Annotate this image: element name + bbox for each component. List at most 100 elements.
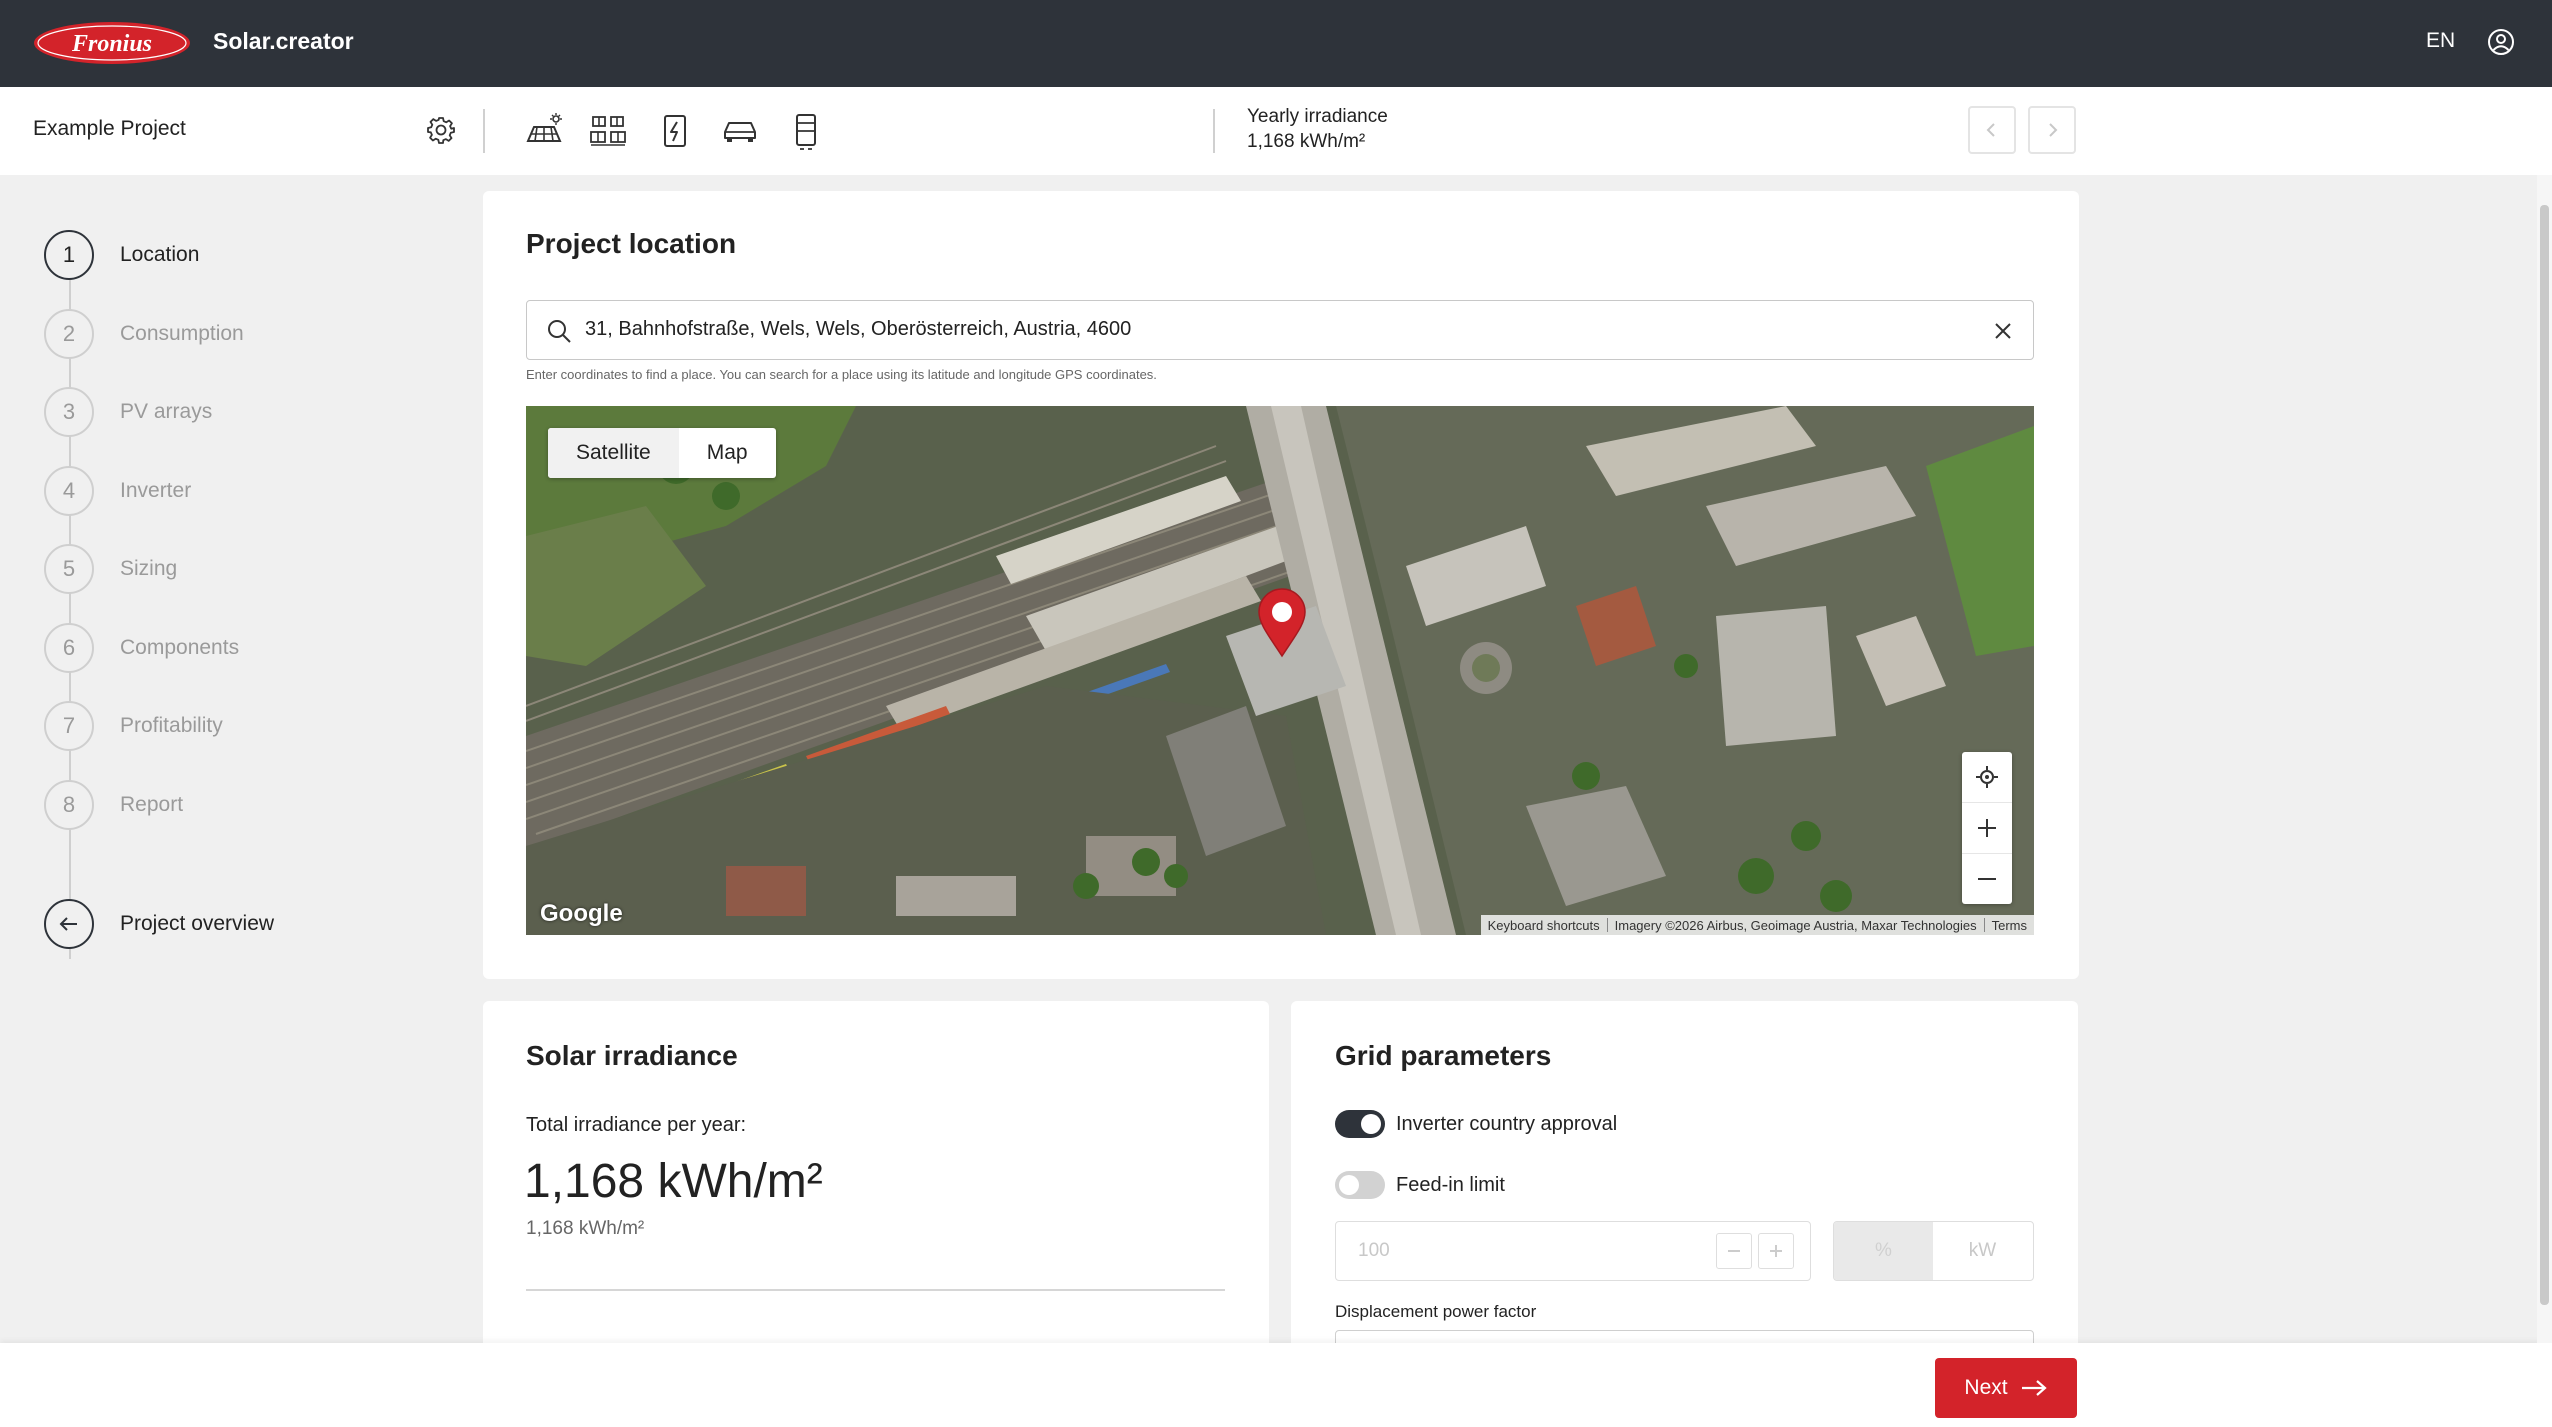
step-number: 4 [44, 466, 94, 516]
unit-percent-option[interactable]: % [1834, 1222, 1933, 1280]
divider [526, 1289, 1225, 1291]
feed-in-limit-value: 100 [1358, 1240, 1390, 1261]
page-scrollbar[interactable] [2537, 175, 2552, 1343]
decrement-button[interactable] [1716, 1233, 1752, 1269]
inverter-country-approval-toggle[interactable] [1335, 1110, 1385, 1138]
pv-roof-icon[interactable] [524, 111, 564, 151]
step-number: 5 [44, 544, 94, 594]
step-report[interactable]: 8 Report [44, 780, 444, 834]
arrow-right-icon [2021, 1380, 2047, 1396]
next-button[interactable]: Next [1935, 1358, 2077, 1418]
step-label: Location [120, 243, 200, 266]
step-label: Report [120, 793, 184, 816]
terms-link[interactable]: Terms [1985, 918, 2034, 933]
language-selector[interactable]: EN [2426, 29, 2455, 53]
next-label: Next [1964, 1376, 2008, 1399]
close-icon[interactable] [1991, 319, 2015, 343]
inverter-country-approval-label: Inverter country approval [1396, 1113, 1618, 1135]
step-label: Components [120, 636, 240, 659]
crosshair-icon [1976, 766, 1998, 788]
plus-icon [1770, 1245, 1782, 1257]
step-number: 1 [44, 230, 94, 280]
step-label: Consumption [120, 322, 244, 345]
step-number: 2 [44, 309, 94, 359]
search-icon [548, 320, 571, 343]
step-label: Sizing [120, 557, 178, 580]
inverter-icon[interactable] [655, 111, 695, 151]
project-bar: Example Project Yearly irradiance 1,168 … [0, 87, 2552, 175]
map-attribution: Keyboard shortcuts Imagery ©2026 Airbus,… [1480, 915, 2034, 935]
total-irradiance-label: Total irradiance per year: [526, 1114, 747, 1136]
settings-gear-icon[interactable] [426, 115, 456, 145]
irradiance-divider [1213, 109, 1215, 153]
minus-icon [1728, 1250, 1740, 1252]
pv-array-icon[interactable] [588, 111, 628, 151]
zoom-in-button[interactable] [1962, 803, 2012, 854]
grid-parameters-title: Grid parameters [1335, 1040, 1552, 1071]
yearly-irradiance-value: 1,168 kWh/m² [1247, 131, 1366, 152]
step-label: Profitability [120, 714, 223, 737]
top-bar: Fronius Solar.creator EN [0, 0, 2552, 87]
feed-in-limit-input[interactable]: 100 [1335, 1221, 1811, 1281]
step-connector-line [69, 279, 71, 959]
fronius-logo[interactable]: Fronius [33, 21, 191, 65]
step-components[interactable]: 6 Components [44, 623, 444, 677]
total-irradiance-subvalue: 1,168 kWh/m² [526, 1218, 645, 1239]
step-pv-arrays[interactable]: 3 PV arrays [44, 387, 444, 441]
unit-selector: % kW [1833, 1221, 2034, 1281]
feed-in-limit-label: Feed-in limit [1396, 1174, 1505, 1196]
location-search-field[interactable]: 31, Bahnhofstraße, Wels, Wels, Oberöster… [526, 300, 2034, 360]
total-irradiance-value: 1,168 kWh/m² [524, 1155, 823, 1208]
toolbar-divider [483, 109, 485, 153]
keyboard-shortcuts-link[interactable]: Keyboard shortcuts [1481, 918, 1607, 933]
map-tab[interactable]: Map [679, 428, 776, 478]
map-type-toggle: Satellite Map [548, 428, 776, 478]
minus-icon [1978, 878, 1996, 880]
plus-icon [1978, 819, 1996, 837]
step-profitability[interactable]: 7 Profitability [44, 701, 444, 755]
toggle-knob [1339, 1175, 1359, 1195]
bottom-bar: Next [0, 1343, 2552, 1427]
imagery-credit: Imagery ©2026 Airbus, Geoimage Austria, … [1614, 917, 1977, 933]
satellite-tab[interactable]: Satellite [548, 428, 679, 478]
displacement-power-factor-label: Displacement power factor [1335, 1302, 1537, 1321]
project-name: Example Project [33, 117, 186, 140]
step-inverter[interactable]: 4 Inverter [44, 466, 444, 520]
feed-in-limit-toggle[interactable] [1335, 1171, 1385, 1199]
forward-button[interactable] [2028, 106, 2076, 154]
step-sizing[interactable]: 5 Sizing [44, 544, 444, 598]
step-number: 8 [44, 780, 94, 830]
step-label: PV arrays [120, 400, 213, 423]
project-overview-link[interactable]: Project overview [44, 899, 444, 953]
step-location[interactable]: 1 Location [44, 230, 444, 284]
step-number: 7 [44, 701, 94, 751]
user-account-icon[interactable] [2486, 27, 2516, 57]
step-number: 6 [44, 623, 94, 673]
project-overview-label: Project overview [120, 912, 275, 935]
yearly-irradiance-label: Yearly irradiance [1247, 106, 1388, 127]
step-label: Inverter [120, 479, 192, 502]
search-input[interactable]: 31, Bahnhofstraße, Wels, Wels, Oberöster… [585, 318, 1131, 341]
arrow-left-icon [59, 917, 77, 931]
map-controls [1962, 752, 2012, 904]
search-hint: Enter coordinates to find a place. You c… [526, 367, 1157, 382]
solar-irradiance-title: Solar irradiance [526, 1040, 738, 1071]
step-number: 3 [44, 387, 94, 437]
step-circle [44, 899, 94, 949]
battery-icon[interactable] [786, 111, 826, 151]
my-location-button[interactable] [1962, 752, 2012, 803]
zoom-out-button[interactable] [1962, 854, 2012, 904]
chevron-left-icon [1986, 123, 1995, 137]
satellite-map[interactable]: Satellite Map Google Keyboard shortcuts … [526, 406, 2034, 935]
unit-kw-option[interactable]: kW [1933, 1222, 2032, 1280]
step-consumption[interactable]: 2 Consumption [44, 309, 444, 363]
toggle-knob [1361, 1114, 1381, 1134]
ev-car-icon[interactable] [720, 111, 760, 151]
google-logo: Google [540, 900, 623, 927]
increment-button[interactable] [1758, 1233, 1794, 1269]
app-name: Solar.creator [213, 28, 354, 54]
project-location-title: Project location [526, 228, 737, 259]
chevron-right-icon [2049, 123, 2058, 137]
previous-button[interactable] [1968, 106, 2016, 154]
scrollbar-thumb[interactable] [2540, 205, 2549, 1305]
